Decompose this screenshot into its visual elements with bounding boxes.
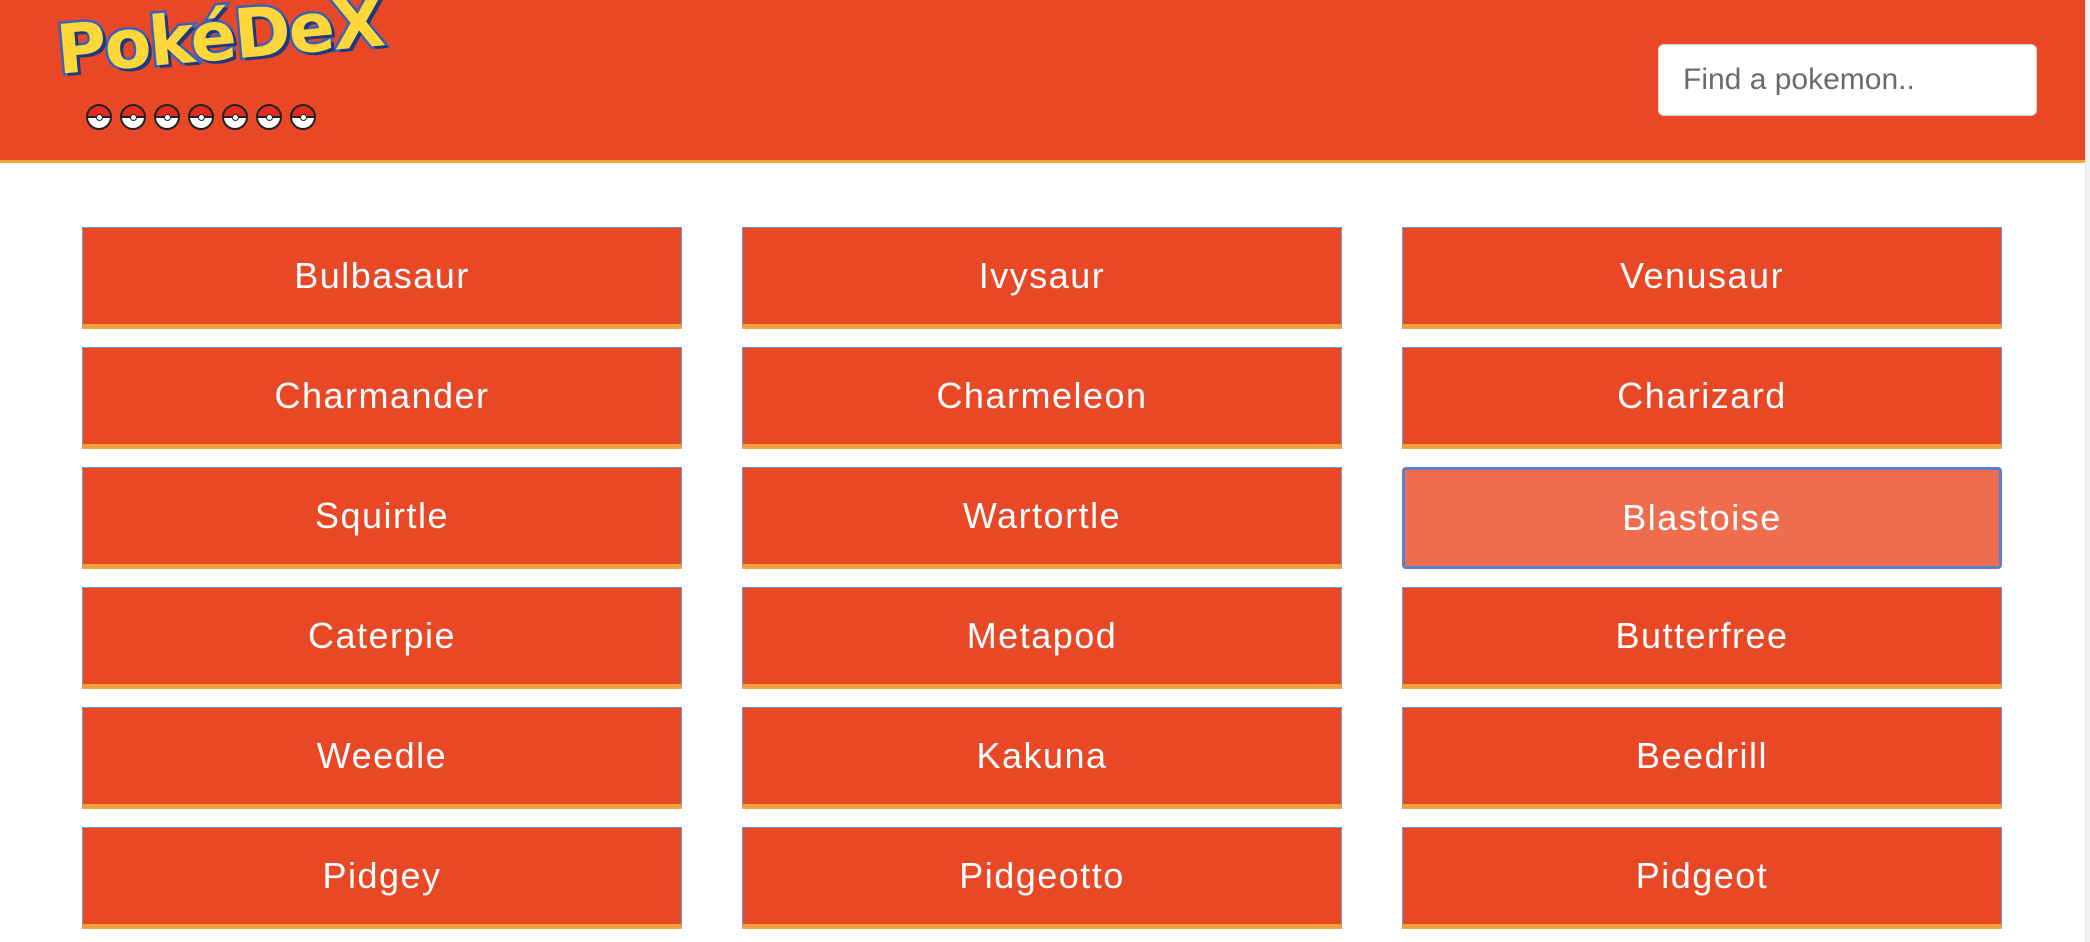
search-input[interactable] bbox=[1658, 44, 2037, 116]
pokemon-card[interactable]: Kakuna bbox=[742, 707, 1342, 809]
pokeball-icon bbox=[120, 104, 146, 130]
pokemon-grid: Bulbasaur Ivysaur Venusaur Charmander Charme… bbox=[82, 227, 2002, 929]
app-header: PokéDeX bbox=[0, 0, 2085, 163]
pokeball-icon bbox=[256, 104, 282, 130]
pokemon-card[interactable]: Butterfree bbox=[1402, 587, 2002, 689]
pokemon-card[interactable]: Bulbasaur bbox=[82, 227, 682, 329]
logo-wordmark: PokéDeX bbox=[51, 0, 389, 93]
window-scrollbar[interactable] bbox=[2085, 0, 2090, 942]
pokemon-card[interactable]: Blastoise bbox=[1402, 467, 2002, 569]
pokeball-row bbox=[86, 104, 316, 130]
pokemon-card[interactable]: Charmeleon bbox=[742, 347, 1342, 449]
pokeball-icon bbox=[290, 104, 316, 130]
pokemon-card[interactable]: Pidgeotto bbox=[742, 827, 1342, 929]
pokemon-card[interactable]: Pidgey bbox=[82, 827, 682, 929]
pokemon-card[interactable]: Wartortle bbox=[742, 467, 1342, 569]
pokeball-icon bbox=[154, 104, 180, 130]
pokemon-card[interactable]: Beedrill bbox=[1402, 707, 2002, 809]
pokedex-logo[interactable]: PokéDeX bbox=[50, 0, 389, 142]
pokemon-card[interactable]: Caterpie bbox=[82, 587, 682, 689]
pokeball-icon bbox=[222, 104, 248, 130]
pokemon-card[interactable]: Charizard bbox=[1402, 347, 2002, 449]
page: PokéDeX Bulbasaur Ivysaur Venusaur Charmand… bbox=[0, 0, 2085, 942]
pokemon-card[interactable]: Pidgeot bbox=[1402, 827, 2002, 929]
pokemon-card[interactable]: Venusaur bbox=[1402, 227, 2002, 329]
pokeball-icon bbox=[86, 104, 112, 130]
pokemon-card[interactable]: Charmander bbox=[82, 347, 682, 449]
browser-viewport: PokéDeX Bulbasaur Ivysaur Venusaur Charmand… bbox=[0, 0, 2090, 942]
pokemon-card[interactable]: Metapod bbox=[742, 587, 1342, 689]
pokemon-card[interactable]: Squirtle bbox=[82, 467, 682, 569]
pokeball-icon bbox=[188, 104, 214, 130]
pokemon-card[interactable]: Ivysaur bbox=[742, 227, 1342, 329]
pokemon-card[interactable]: Weedle bbox=[82, 707, 682, 809]
